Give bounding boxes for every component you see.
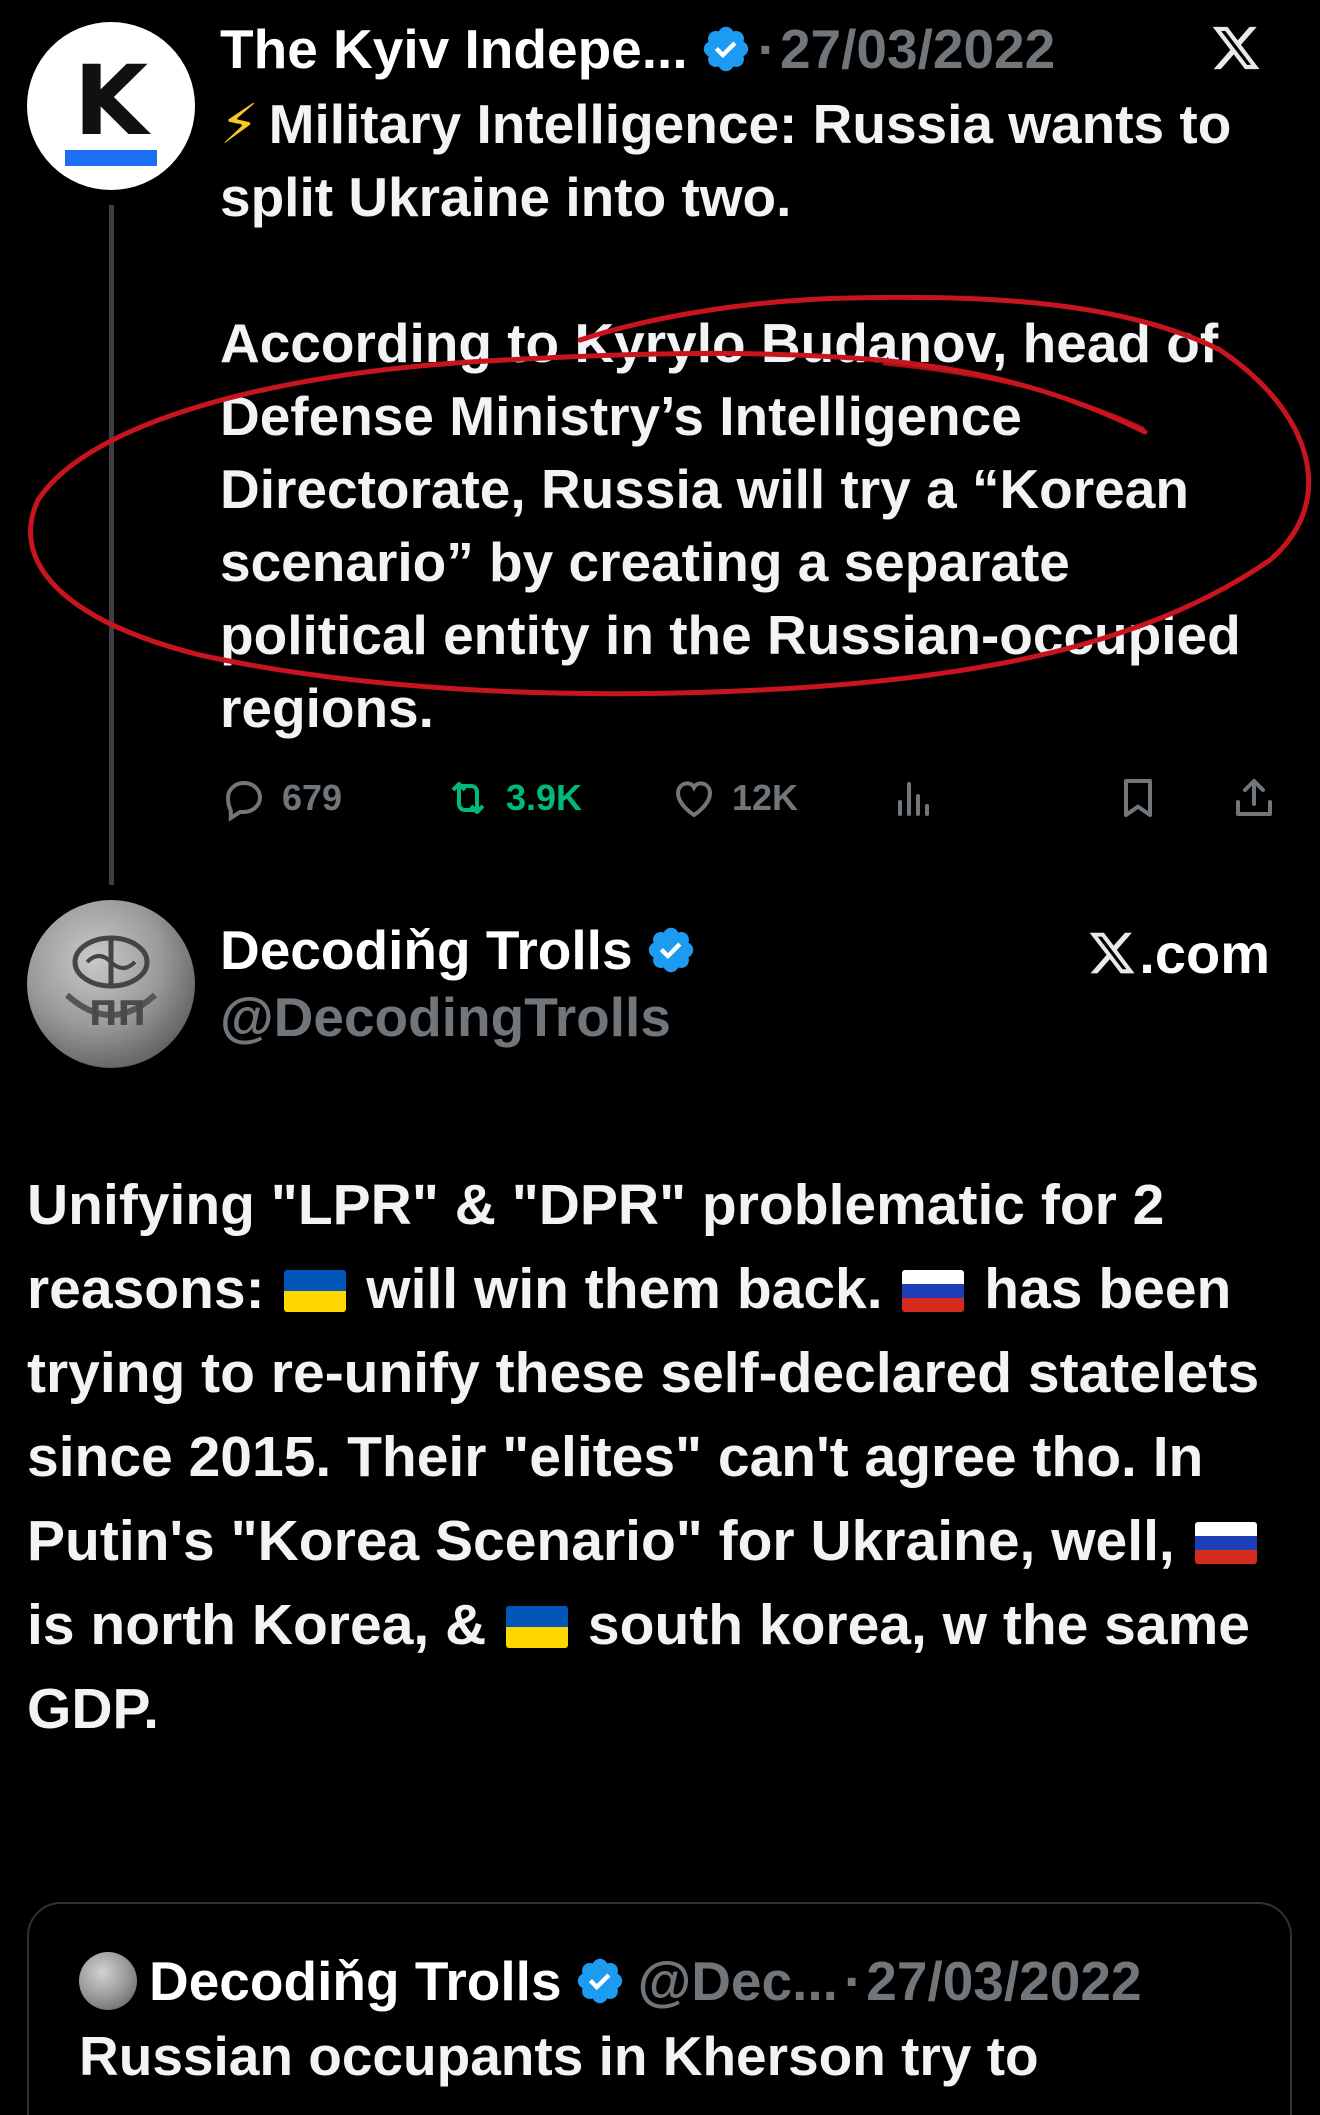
retweet-button[interactable]: 3.9K: [444, 770, 582, 826]
share-button[interactable]: [1230, 770, 1292, 826]
author-name[interactable]: The Kyiv Indepe...: [220, 17, 688, 81]
tweet-paragraph: According to Kyrylo Budanov, head of Def…: [220, 312, 1241, 739]
tweet-kyiv-independent[interactable]: K The Kyiv Indepe... · 27/03/2022 ⚡ Milit…: [0, 0, 1320, 885]
verified-badge-icon: [648, 927, 693, 973]
x-logo-icon: [1089, 932, 1135, 974]
quoted-tweet-text: Russian occupants in Kherson try to: [79, 2025, 1039, 2087]
quoted-author-avatar: [79, 1952, 137, 2010]
thread-connector-line: [109, 205, 114, 885]
like-count: 12K: [732, 777, 799, 818]
header-separator: ·: [757, 18, 776, 80]
reply-count: 679: [282, 777, 343, 818]
tweet2-text: Unifying "LPR" & "DPR" problematic for 2…: [27, 1163, 1307, 1751]
screenshot-page: K The Kyiv Indepe... · 27/03/2022 ⚡ Milit…: [0, 0, 1320, 2115]
tweet-text: ⚡ Military Intelligence: Russia wants to …: [220, 88, 1290, 745]
retweet-icon: [451, 782, 485, 814]
tweet2-header: Decodiňg Trolls: [220, 915, 697, 985]
share-icon: [1236, 779, 1272, 816]
body-part-4: is north Korea, &: [27, 1593, 487, 1657]
verified-badge-icon: [577, 1958, 622, 2004]
heart-icon: [675, 781, 713, 818]
tweet-date[interactable]: 27/03/2022: [780, 17, 1055, 81]
reply-icon: [225, 780, 263, 822]
ukraine-flag-icon: [506, 1606, 569, 1648]
logo-underline: [65, 150, 157, 166]
quoted-author-name: Decodiňg Trolls: [149, 1950, 562, 2012]
avatar-letter: K: [73, 45, 149, 157]
stone-seal-image: ΠΠ: [64, 935, 158, 1034]
source-domain: .com: [1139, 921, 1270, 985]
bookmark-icon: [1124, 779, 1152, 817]
tweet-header: The Kyiv Indepe... · 27/03/2022: [220, 14, 1300, 84]
ukraine-flag-icon: [284, 1270, 347, 1312]
header-separator: ·: [843, 1950, 863, 2012]
quoted-tweet-date: 27/03/2022: [866, 1950, 1142, 2012]
kyiv-independent-avatar[interactable]: K: [27, 22, 195, 190]
quoted-author-handle: @Dec...: [637, 1950, 838, 2012]
author-name[interactable]: Decodiňg Trolls: [220, 918, 633, 982]
analytics-icon: [898, 782, 929, 816]
x-com-source-label[interactable]: .com: [1087, 918, 1270, 988]
author-handle[interactable]: @DecodingTrolls: [220, 985, 671, 1049]
quoted-tweet-card[interactable]: Decodiňg Trolls @Dec... · 27/03/2022 Rus…: [27, 1902, 1292, 2115]
x-logo-icon[interactable]: [1210, 22, 1262, 74]
russia-flag-icon: [1194, 1522, 1257, 1564]
russia-flag-icon: [902, 1270, 965, 1312]
verified-badge-icon: [703, 26, 748, 72]
bookmark-button[interactable]: [1114, 770, 1176, 826]
lightning-bolt-icon: ⚡: [220, 93, 259, 155]
tweet-action-bar: 679 3.9K 12K: [220, 770, 1280, 826]
reply-button[interactable]: 679: [220, 770, 342, 826]
tweet-headline: Military Intelligence: Russia wants to s…: [220, 93, 1232, 228]
decoding-trolls-avatar[interactable]: ΠΠ: [27, 900, 195, 1068]
retweet-count: 3.9K: [506, 777, 583, 818]
like-button[interactable]: 12K: [670, 770, 798, 826]
quoted-tweet-header: Decodiňg Trolls @Dec... · 27/03/2022: [79, 1946, 1142, 2016]
analytics-button[interactable]: [890, 770, 952, 826]
svg-text:ΠΠ: ΠΠ: [89, 994, 146, 1034]
body-part-2: will win them back.: [366, 1257, 883, 1321]
